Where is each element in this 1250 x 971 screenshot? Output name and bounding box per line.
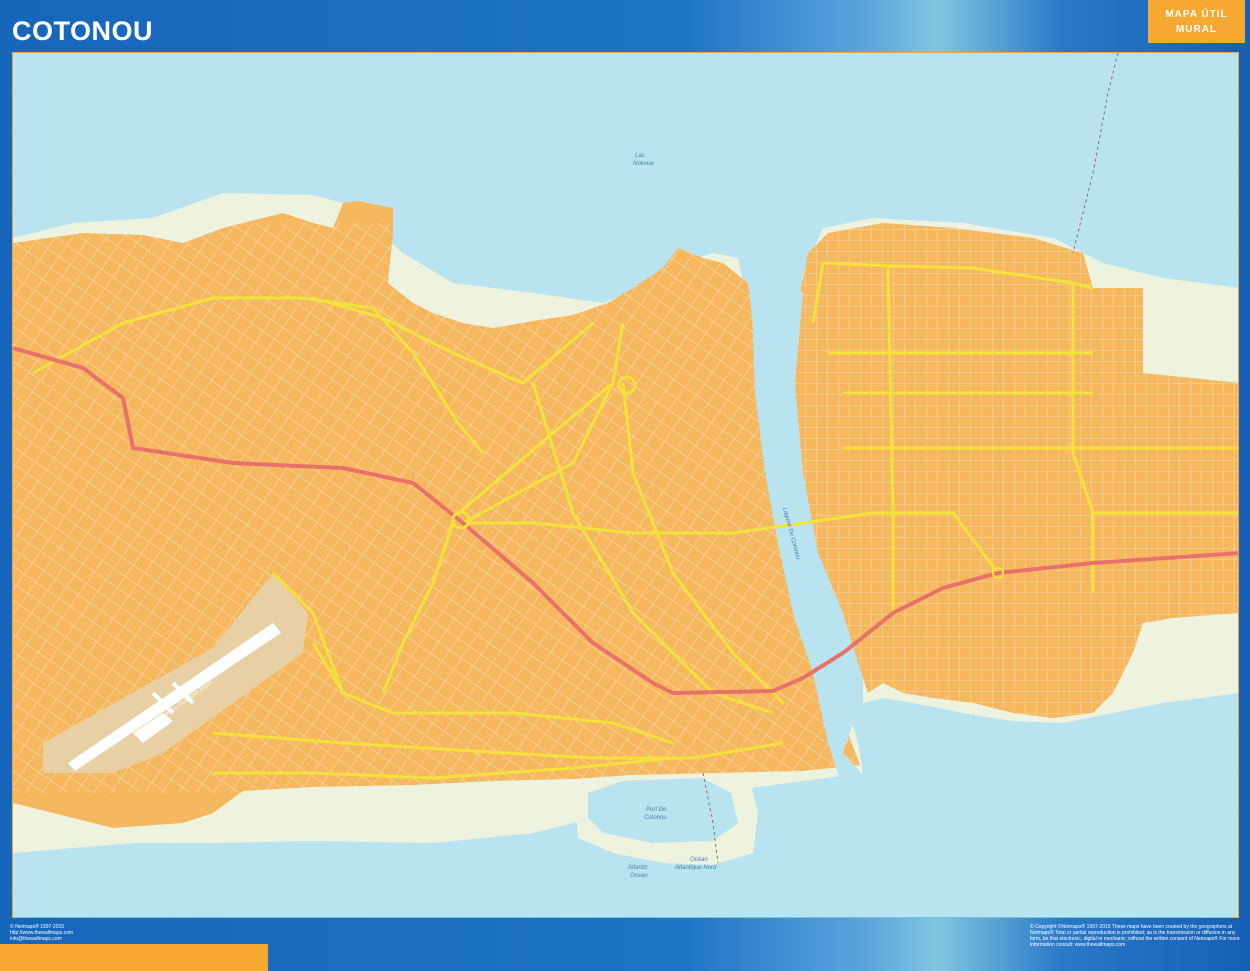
ocean-label-1b: Atlantique Nord [674, 865, 717, 871]
mapa-util-badge: MAPA ÚTIL MURAL [1148, 0, 1245, 43]
footer-accent-bar [0, 944, 268, 971]
footer-credits: © Netmaps® 1997-2015 http://www.thewallm… [10, 924, 73, 942]
footer-email[interactable]: info@thewallmaps.com [10, 936, 73, 942]
port-label-2: Cotonou [644, 815, 667, 821]
lake-label-2: Nokoue [633, 161, 654, 167]
port-label: Port De [646, 807, 667, 813]
badge-line-1: MAPA ÚTIL [1165, 8, 1228, 20]
ocean-label-2: Atlantic [627, 865, 648, 871]
footer-legal: © Copyright ©Netmaps® 1997-2015 These ma… [1030, 924, 1240, 948]
ocean-label-2b: Ocean [630, 873, 648, 879]
ocean-label-1: Océan [690, 857, 708, 863]
map-canvas[interactable]: Lac Nokoue Lagune De Cotonou Port De Cot… [12, 52, 1239, 918]
badge-line-2: MURAL [1175, 23, 1218, 35]
lake-label: Lac [635, 153, 645, 159]
city-map: Lac Nokoue Lagune De Cotonou Port De Cot… [13, 53, 1238, 917]
map-title: COTONOU [12, 16, 154, 46]
